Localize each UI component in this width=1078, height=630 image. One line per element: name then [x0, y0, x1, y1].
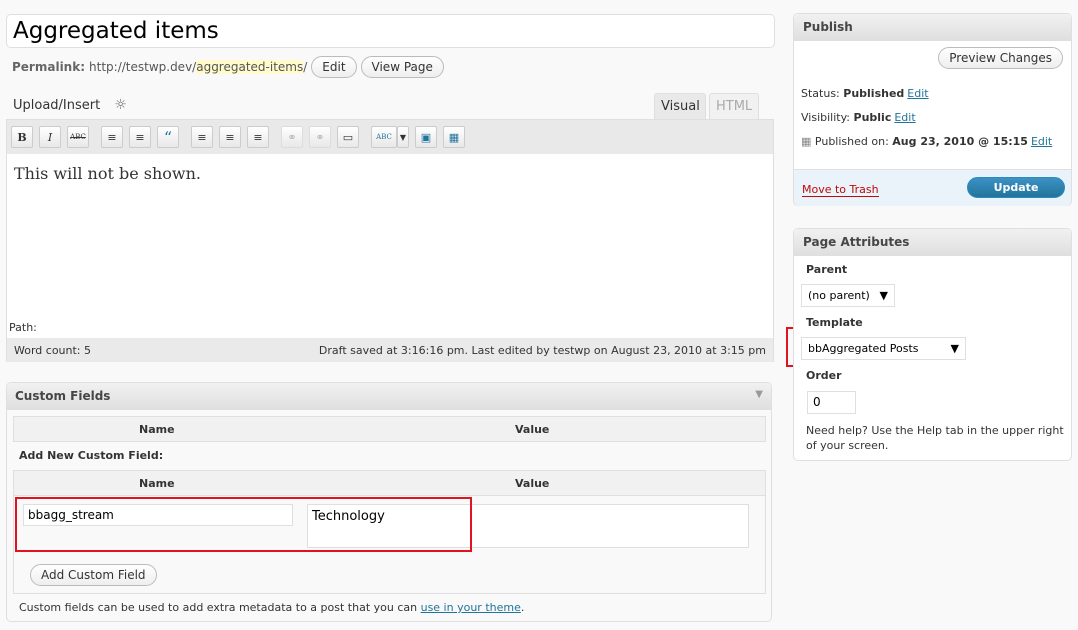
kitchen-sink-icon[interactable]: ▦ — [443, 126, 465, 148]
published-on-row: ▦ Published on: Aug 23, 2010 @ 15:15 Edit — [801, 135, 1053, 148]
visibility-row: Visibility: Public Edit — [801, 111, 916, 124]
italic-button[interactable]: I — [39, 126, 61, 148]
column-name: Name — [139, 423, 175, 436]
editor-content[interactable]: This will not be shown. — [7, 154, 773, 316]
page-attributes-box: Page Attributes Parent (no parent) ▼ Temp… — [793, 228, 1072, 461]
word-count: Word count: 5 — [14, 344, 92, 357]
permalink-trail: / — [303, 60, 308, 74]
dropdown-arrow-icon: ▼ — [879, 289, 888, 302]
editor-toolbar: B I ABC ≡ ≡ “ ≡ ≡ ≡ ⚭ ⚭ ▭ ABC ▼ ▣ ▦ — [7, 120, 773, 154]
dropdown-arrow-icon: ▼ — [950, 342, 959, 355]
edit-status-link[interactable]: Edit — [907, 87, 928, 100]
editor-status-bar: Word count: 5 Draft saved at 3:16:16 pm.… — [7, 338, 773, 362]
upload-insert[interactable]: Upload/Insert ☼ — [13, 97, 127, 113]
blockquote-icon[interactable]: “ — [157, 126, 179, 148]
update-button[interactable]: Update — [967, 177, 1065, 198]
custom-fields-header[interactable]: Custom Fields ▼ — [7, 383, 771, 410]
visibility-value: Public — [853, 111, 892, 124]
page-attributes-title: Page Attributes — [794, 229, 1071, 256]
custom-fields-title: Custom Fields — [15, 389, 111, 403]
edit-permalink-button[interactable]: Edit — [311, 56, 357, 78]
numbered-list-icon[interactable]: ≡ — [129, 126, 151, 148]
published-on-value: Aug 23, 2010 @ 15:15 — [892, 135, 1028, 148]
move-to-trash-link[interactable]: Move to Trash — [802, 183, 879, 197]
status-row: Status: Published Edit — [801, 87, 929, 100]
use-in-theme-link[interactable]: use in your theme — [421, 601, 521, 614]
column-value: Value — [515, 477, 550, 490]
template-label: Template — [806, 316, 863, 329]
post-editor: B I ABC ≡ ≡ “ ≡ ≡ ≡ ⚭ ⚭ ▭ ABC ▼ ▣ ▦ This… — [6, 119, 774, 362]
add-media-icon[interactable]: ☼ — [114, 97, 127, 113]
column-value: Value — [515, 423, 550, 436]
strikethrough-button[interactable]: ABC — [67, 126, 89, 148]
parent-select[interactable]: (no parent) ▼ — [801, 284, 895, 307]
post-title-input[interactable]: Aggregated items — [6, 14, 775, 48]
permalink-slug[interactable]: aggregated-items — [196, 60, 304, 74]
custom-fields-table-header: Name Value — [13, 416, 766, 442]
unlink-icon[interactable]: ⚭ — [309, 126, 331, 148]
custom-fields-note: Custom fields can be used to add extra m… — [19, 601, 525, 614]
template-select[interactable]: bbAggregated Posts ▼ — [801, 337, 966, 360]
highlight-custom-field — [15, 497, 472, 552]
edit-date-link[interactable]: Edit — [1031, 135, 1052, 148]
help-text: Need help? Use the Help tab in the upper… — [806, 424, 1064, 452]
tab-html[interactable]: HTML — [709, 93, 759, 120]
bulleted-list-icon[interactable]: ≡ — [101, 126, 123, 148]
permalink-label: Permalink: — [12, 60, 86, 74]
column-name: Name — [139, 477, 175, 490]
align-center-icon[interactable]: ≡ — [219, 126, 241, 148]
align-left-icon[interactable]: ≡ — [191, 126, 213, 148]
align-right-icon[interactable]: ≡ — [247, 126, 269, 148]
permalink-base: http://testwp.dev/ — [89, 60, 197, 74]
permalink-row: Permalink: http://testwp.dev/aggregated-… — [12, 56, 444, 78]
editor-path: Path: — [7, 316, 773, 338]
fullscreen-icon[interactable]: ▣ — [415, 126, 437, 148]
publish-title: Publish — [794, 14, 1071, 41]
parent-label: Parent — [806, 263, 848, 276]
insert-more-icon[interactable]: ▭ — [337, 126, 359, 148]
spellcheck-icon[interactable]: ABC — [371, 126, 397, 148]
new-field-table-header: Name Value — [13, 470, 766, 496]
order-input[interactable]: 0 — [807, 391, 856, 414]
chevron-down-icon[interactable]: ▼ — [397, 126, 409, 148]
add-new-custom-field-label: Add New Custom Field: — [19, 449, 164, 462]
order-label: Order — [806, 369, 842, 382]
publish-box: Publish Preview Changes Status: Publishe… — [793, 13, 1072, 206]
draft-status: Draft saved at 3:16:16 pm. Last edited b… — [318, 344, 766, 357]
status-value: Published — [843, 87, 905, 100]
preview-changes-button[interactable]: Preview Changes — [938, 47, 1063, 69]
insert-link-icon[interactable]: ⚭ — [281, 126, 303, 148]
add-custom-field-button[interactable]: Add Custom Field — [30, 564, 157, 586]
bold-button[interactable]: B — [11, 126, 33, 148]
upload-insert-label[interactable]: Upload/Insert — [13, 98, 100, 113]
collapse-toggle-icon[interactable]: ▼ — [755, 389, 763, 400]
view-page-button[interactable]: View Page — [360, 56, 444, 78]
calendar-icon: ▦ — [801, 135, 812, 148]
tab-visual[interactable]: Visual — [654, 93, 706, 120]
edit-visibility-link[interactable]: Edit — [894, 111, 915, 124]
publish-actions: Move to Trash Update — [794, 169, 1071, 206]
